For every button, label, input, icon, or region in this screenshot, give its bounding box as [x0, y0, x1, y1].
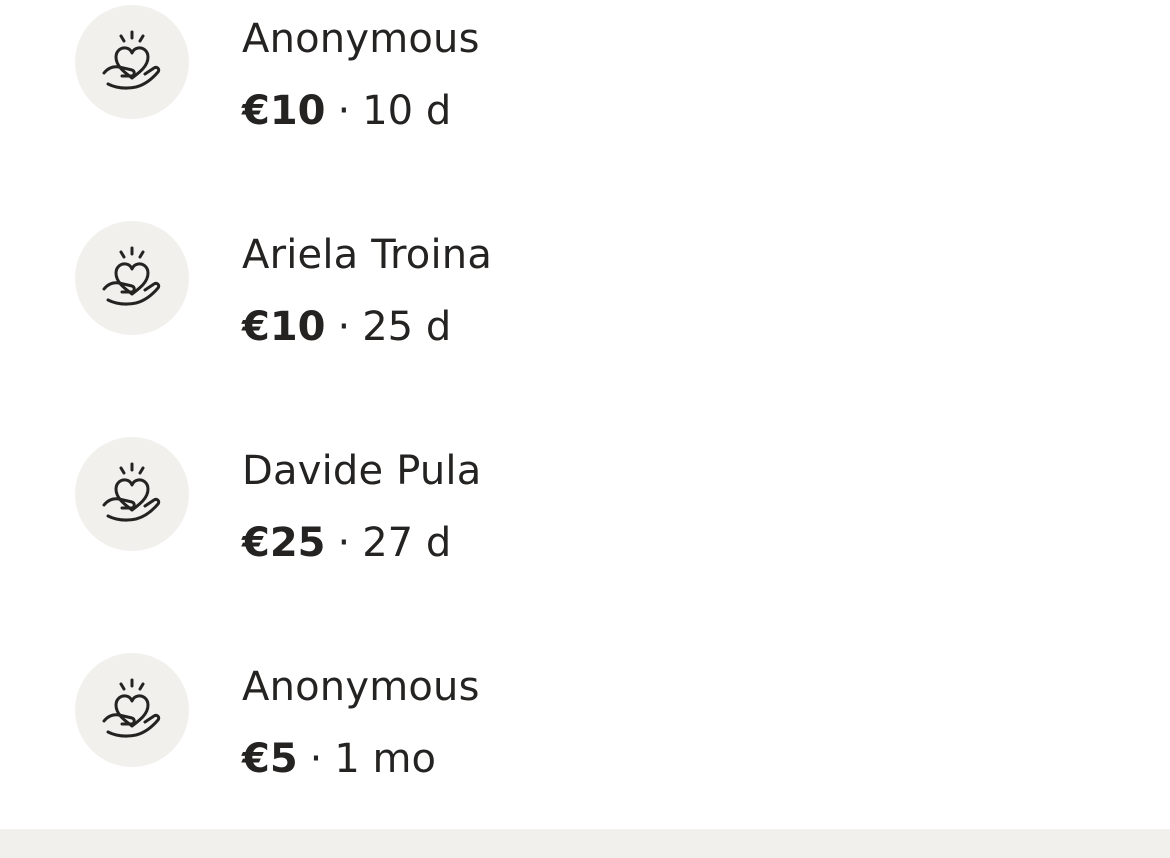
footer-band: [0, 829, 1170, 858]
donor-avatar: [75, 653, 189, 767]
donation-item[interactable]: Anonymous €10 · 10 d: [0, 5, 1170, 155]
donor-name: Ariela Troina: [242, 232, 493, 278]
separator-dot: ·: [309, 736, 323, 782]
heart-in-hand-icon: [102, 678, 161, 738]
donor-avatar: [75, 5, 189, 119]
donation-time: 1 mo: [334, 736, 436, 782]
donor-avatar: [75, 221, 189, 335]
donation-amount: €25: [242, 520, 326, 566]
donation-amount: €5: [242, 736, 298, 782]
donation-time: 27 d: [362, 520, 452, 566]
donor-name: Anonymous: [242, 664, 480, 710]
heart-in-hand-icon: [102, 30, 161, 90]
donor-name: Anonymous: [242, 16, 480, 62]
donation-item[interactable]: Ariela Troina €10 · 25 d: [0, 221, 1170, 371]
donation-meta: €25 · 27 d: [242, 519, 451, 567]
separator-dot: ·: [337, 88, 351, 134]
donation-amount: €10: [242, 304, 326, 350]
donation-item[interactable]: Anonymous €5 · 1 mo: [0, 653, 1170, 803]
separator-dot: ·: [337, 520, 351, 566]
donation-amount: €10: [242, 88, 326, 134]
donation-time: 25 d: [362, 304, 452, 350]
heart-in-hand-icon: [102, 246, 161, 306]
heart-in-hand-icon: [102, 462, 161, 522]
donor-avatar: [75, 437, 189, 551]
donor-name: Davide Pula: [242, 448, 482, 494]
donation-meta: €5 · 1 mo: [242, 735, 436, 783]
donation-meta: €10 · 10 d: [242, 87, 451, 135]
separator-dot: ·: [337, 304, 351, 350]
donation-meta: €10 · 25 d: [242, 303, 451, 351]
donation-item[interactable]: Davide Pula €25 · 27 d: [0, 437, 1170, 587]
donation-time: 10 d: [362, 88, 452, 134]
